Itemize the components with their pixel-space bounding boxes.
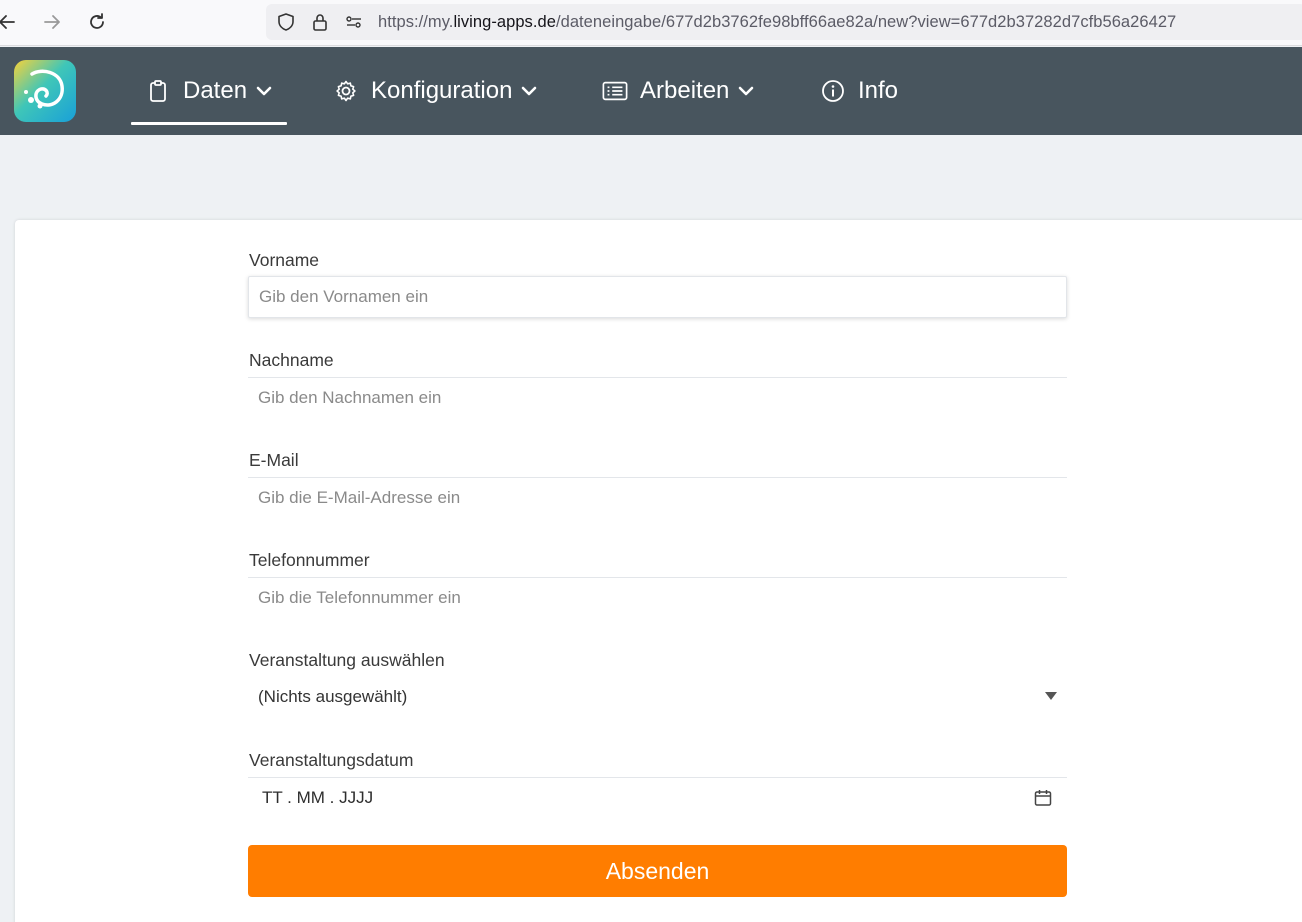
menu-daten[interactable]: Daten — [130, 73, 288, 125]
vorname-label: Vorname — [249, 250, 320, 270]
living-apps-logo-icon — [24, 69, 64, 109]
menu-arbeiten-label: Arbeiten — [640, 77, 730, 104]
shield-icon[interactable] — [276, 12, 296, 32]
veranstaltung-select[interactable]: (Nichts ausgewählt) — [248, 677, 1067, 717]
app-header: Daten Konfiguration Arbeiten Info — [0, 47, 1302, 135]
url-scheme: https://my. — [378, 13, 454, 31]
url-path: /dateneingabe/677d2b3762fe98bff66ae82a/n… — [555, 13, 1177, 31]
menu-info[interactable]: Info — [820, 73, 898, 109]
arrow-right-icon — [44, 15, 60, 29]
lock-icon[interactable] — [310, 12, 330, 32]
arrow-left-icon — [0, 15, 15, 29]
dropdown-arrow-icon — [1045, 692, 1057, 700]
gear-icon — [333, 78, 359, 104]
url-text[interactable]: https://my.living-apps.de/dateneingabe/6… — [378, 13, 1176, 32]
chevron-down-icon — [256, 86, 272, 96]
chevron-down-icon — [739, 86, 754, 96]
veranstaltung-label: Veranstaltung auswählen — [249, 650, 445, 670]
forward-button[interactable] — [39, 9, 65, 35]
reload-icon — [90, 13, 104, 29]
veranstaltung-select-value: (Nichts ausgewählt) — [258, 687, 408, 706]
email-label: E-Mail — [249, 450, 299, 470]
app-logo[interactable] — [14, 60, 76, 122]
telefonnummer-label: Telefonnummer — [249, 550, 370, 570]
veranstaltungsdatum-label: Veranstaltungsdatum — [249, 750, 414, 770]
menu-konfiguration-label: Konfiguration — [371, 77, 513, 104]
browser-toolbar: https://my.living-apps.de/dateneingabe/6… — [0, 0, 1302, 46]
date-format-placeholder: TT . MM . JJJJ — [262, 787, 374, 807]
telefonnummer-input[interactable] — [248, 577, 1067, 617]
nachname-label: Nachname — [249, 350, 334, 370]
menu-konfiguration[interactable]: Konfiguration — [333, 73, 538, 109]
menu-info-label: Info — [858, 77, 899, 104]
address-bar[interactable]: https://my.living-apps.de/dateneingabe/6… — [266, 4, 1302, 40]
back-button[interactable] — [0, 9, 20, 35]
info-icon — [820, 78, 846, 104]
url-host: living-apps.de — [453, 13, 556, 31]
chevron-down-icon — [522, 86, 537, 96]
nachname-input[interactable] — [248, 377, 1067, 417]
list-icon — [602, 78, 628, 104]
clipboard-icon — [145, 78, 171, 104]
site-permissions-icon[interactable] — [344, 12, 364, 32]
submit-button[interactable]: Absenden — [248, 845, 1067, 897]
calendar-icon[interactable] — [1033, 788, 1053, 808]
vorname-input[interactable] — [248, 276, 1067, 318]
email-input[interactable] — [248, 477, 1067, 517]
menu-daten-label: Daten — [183, 77, 248, 104]
reload-button[interactable] — [84, 9, 110, 35]
menu-arbeiten[interactable]: Arbeiten — [602, 73, 755, 109]
veranstaltungsdatum-input[interactable]: TT . MM . JJJJ — [248, 777, 1067, 817]
